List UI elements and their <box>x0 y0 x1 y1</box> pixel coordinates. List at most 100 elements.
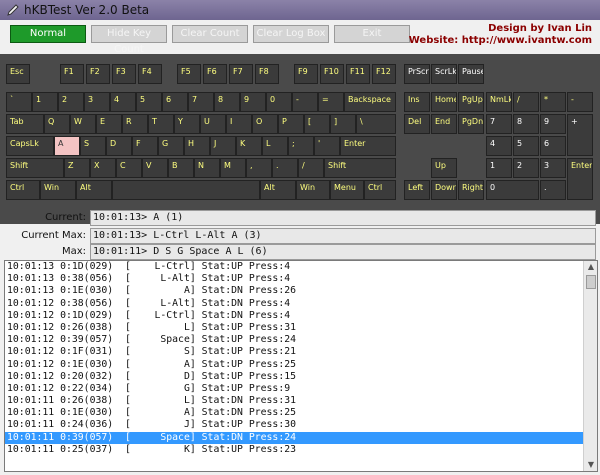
scroll-thumb[interactable] <box>586 275 596 289</box>
key-num-decimal: . <box>540 180 566 200</box>
key-f10: F10 <box>320 64 344 84</box>
key-rwin: Win <box>296 180 330 200</box>
key-j: J <box>210 136 236 156</box>
log-row[interactable]: 10:01:12 0:22(034) [ G] Stat:UP Press:9 <box>5 383 597 395</box>
key-3: 3 <box>84 92 110 112</box>
key-f4: F4 <box>138 64 162 84</box>
log-row[interactable]: 10:01:11 0:26(038) [ L] Stat:DN Press:31 <box>5 395 597 407</box>
key-lbracket: [ <box>304 114 330 134</box>
key-num-2: 2 <box>513 158 539 178</box>
key-rshift: Shift <box>324 158 396 178</box>
key-1: 1 <box>32 92 58 112</box>
scroll-down-icon[interactable]: ▼ <box>585 459 597 471</box>
key-f3: F3 <box>112 64 136 84</box>
key-0: 0 <box>266 92 292 112</box>
key-b: B <box>168 158 194 178</box>
key-num-5: 5 <box>513 136 539 156</box>
key-s: S <box>80 136 106 156</box>
normal-button[interactable]: Normal <box>10 25 86 43</box>
key-6: 6 <box>162 92 188 112</box>
log-row[interactable]: 10:01:12 0:26(038) [ L] Stat:UP Press:31 <box>5 322 597 334</box>
key-quote: ' <box>314 136 340 156</box>
key-8: 8 <box>214 92 240 112</box>
key-f6: F6 <box>203 64 227 84</box>
client-area: Normal Hide Key Count Clear Count Clear … <box>0 20 600 475</box>
log-row[interactable]: 10:01:12 0:38(056) [ L-Alt] Stat:DN Pres… <box>5 298 597 310</box>
key-f: F <box>132 136 158 156</box>
key-end: End <box>431 114 457 134</box>
key-del: Del <box>404 114 430 134</box>
key-9: 9 <box>240 92 266 112</box>
log-row[interactable]: 10:01:13 0:1E(030) [ A] Stat:DN Press:26 <box>5 285 597 297</box>
key-num-1: 1 <box>486 158 512 178</box>
key-num-0: 0 <box>486 180 539 200</box>
max-field[interactable]: 10:01:11> D S G Space A L (6) <box>90 244 596 260</box>
key-num-4: 4 <box>486 136 512 156</box>
key-f2: F2 <box>86 64 110 84</box>
key-f1: F1 <box>60 64 84 84</box>
log-row[interactable]: 10:01:13 0:38(056) [ L-Alt] Stat:UP Pres… <box>5 273 597 285</box>
key-lshift: Shift <box>6 158 64 178</box>
current-label: Current: <box>45 212 86 223</box>
key-semicolon: ; <box>288 136 314 156</box>
key-comma: , <box>246 158 272 178</box>
key-num-divide: / <box>513 92 539 112</box>
key-u: U <box>200 114 226 134</box>
log-scrollbar[interactable]: ▲ ▼ <box>583 261 597 471</box>
key-f11: F11 <box>346 64 370 84</box>
clear-log-box-button[interactable]: Clear Log Box <box>253 25 329 43</box>
hide-key-count-button[interactable]: Hide Key Count <box>91 25 167 55</box>
key-m: M <box>220 158 246 178</box>
key-5: 5 <box>136 92 162 112</box>
key-7: 7 <box>188 92 214 112</box>
key-num-3: 3 <box>540 158 566 178</box>
key-q: Q <box>44 114 70 134</box>
log-row-selected[interactable]: 10:01:11 0:39(057) [ Space] Stat:DN Pres… <box>5 431 597 444</box>
key-ins: Ins <box>404 92 430 112</box>
scroll-up-icon[interactable]: ▲ <box>585 261 597 273</box>
key-x: X <box>90 158 116 178</box>
key-h: H <box>184 136 210 156</box>
key-t: T <box>148 114 174 134</box>
log-row[interactable]: 10:01:11 0:24(036) [ J] Stat:UP Press:30 <box>5 419 597 431</box>
credit: Design by Ivan Lin Website: http://www.i… <box>409 23 592 47</box>
toolbar: Normal Hide Key Count Clear Count Clear … <box>0 20 600 55</box>
clear-count-button[interactable]: Clear Count <box>172 25 248 43</box>
log-row[interactable]: 10:01:13 0:1D(029) [ L-Ctrl] Stat:UP Pre… <box>5 261 597 273</box>
exit-button[interactable]: Exit <box>334 25 410 43</box>
log-row[interactable]: 10:01:11 0:25(037) [ K] Stat:UP Press:23 <box>5 444 597 456</box>
key-numlock: NmLk <box>486 92 512 112</box>
key-num-enter: Enter <box>567 158 593 200</box>
credit-author: Design by Ivan Lin <box>488 23 592 34</box>
log-row[interactable]: 10:01:12 0:1D(029) [ L-Ctrl] Stat:DN Pre… <box>5 310 597 322</box>
log-row[interactable]: 10:01:12 0:20(032) [ D] Stat:UP Press:15 <box>5 371 597 383</box>
log-row[interactable]: 10:01:12 0:1E(030) [ A] Stat:UP Press:25 <box>5 359 597 371</box>
window-title: hKBTest Ver 2.0 Beta <box>24 3 150 17</box>
current-max-field[interactable]: 10:01:13> L-Ctrl L-Alt A (3) <box>90 228 596 244</box>
key-right: Right <box>458 180 484 200</box>
key-pause: Pause <box>458 64 484 84</box>
key-e: E <box>96 114 122 134</box>
key-menu: Menu <box>330 180 364 200</box>
key-z: Z <box>64 158 90 178</box>
log-row[interactable]: 10:01:11 0:1E(030) [ A] Stat:DN Press:25 <box>5 407 597 419</box>
log-row[interactable]: 10:01:12 0:39(057) [ Space] Stat:UP Pres… <box>5 334 597 346</box>
key-2: 2 <box>58 92 84 112</box>
key-log-list[interactable]: 10:01:13 0:1D(029) [ L-Ctrl] Stat:UP Pre… <box>4 260 598 472</box>
key-ralt: Alt <box>260 180 296 200</box>
key-lalt: Alt <box>76 180 112 200</box>
key-f12: F12 <box>372 64 396 84</box>
key-num-9: 9 <box>540 114 566 134</box>
key-4: 4 <box>110 92 136 112</box>
key-down: Down <box>431 180 457 200</box>
key-lctrl: Ctrl <box>6 180 40 200</box>
key-w: W <box>70 114 96 134</box>
key-home: Home <box>431 92 457 112</box>
log-row[interactable]: 10:01:12 0:1F(031) [ S] Stat:UP Press:21 <box>5 346 597 358</box>
key-r: R <box>122 114 148 134</box>
key-pgdn: PgDn <box>458 114 484 134</box>
key-p: P <box>278 114 304 134</box>
key-backslash: \ <box>356 114 396 134</box>
current-field[interactable]: 10:01:13> A (1) <box>90 210 596 226</box>
key-enter: Enter <box>340 136 396 156</box>
